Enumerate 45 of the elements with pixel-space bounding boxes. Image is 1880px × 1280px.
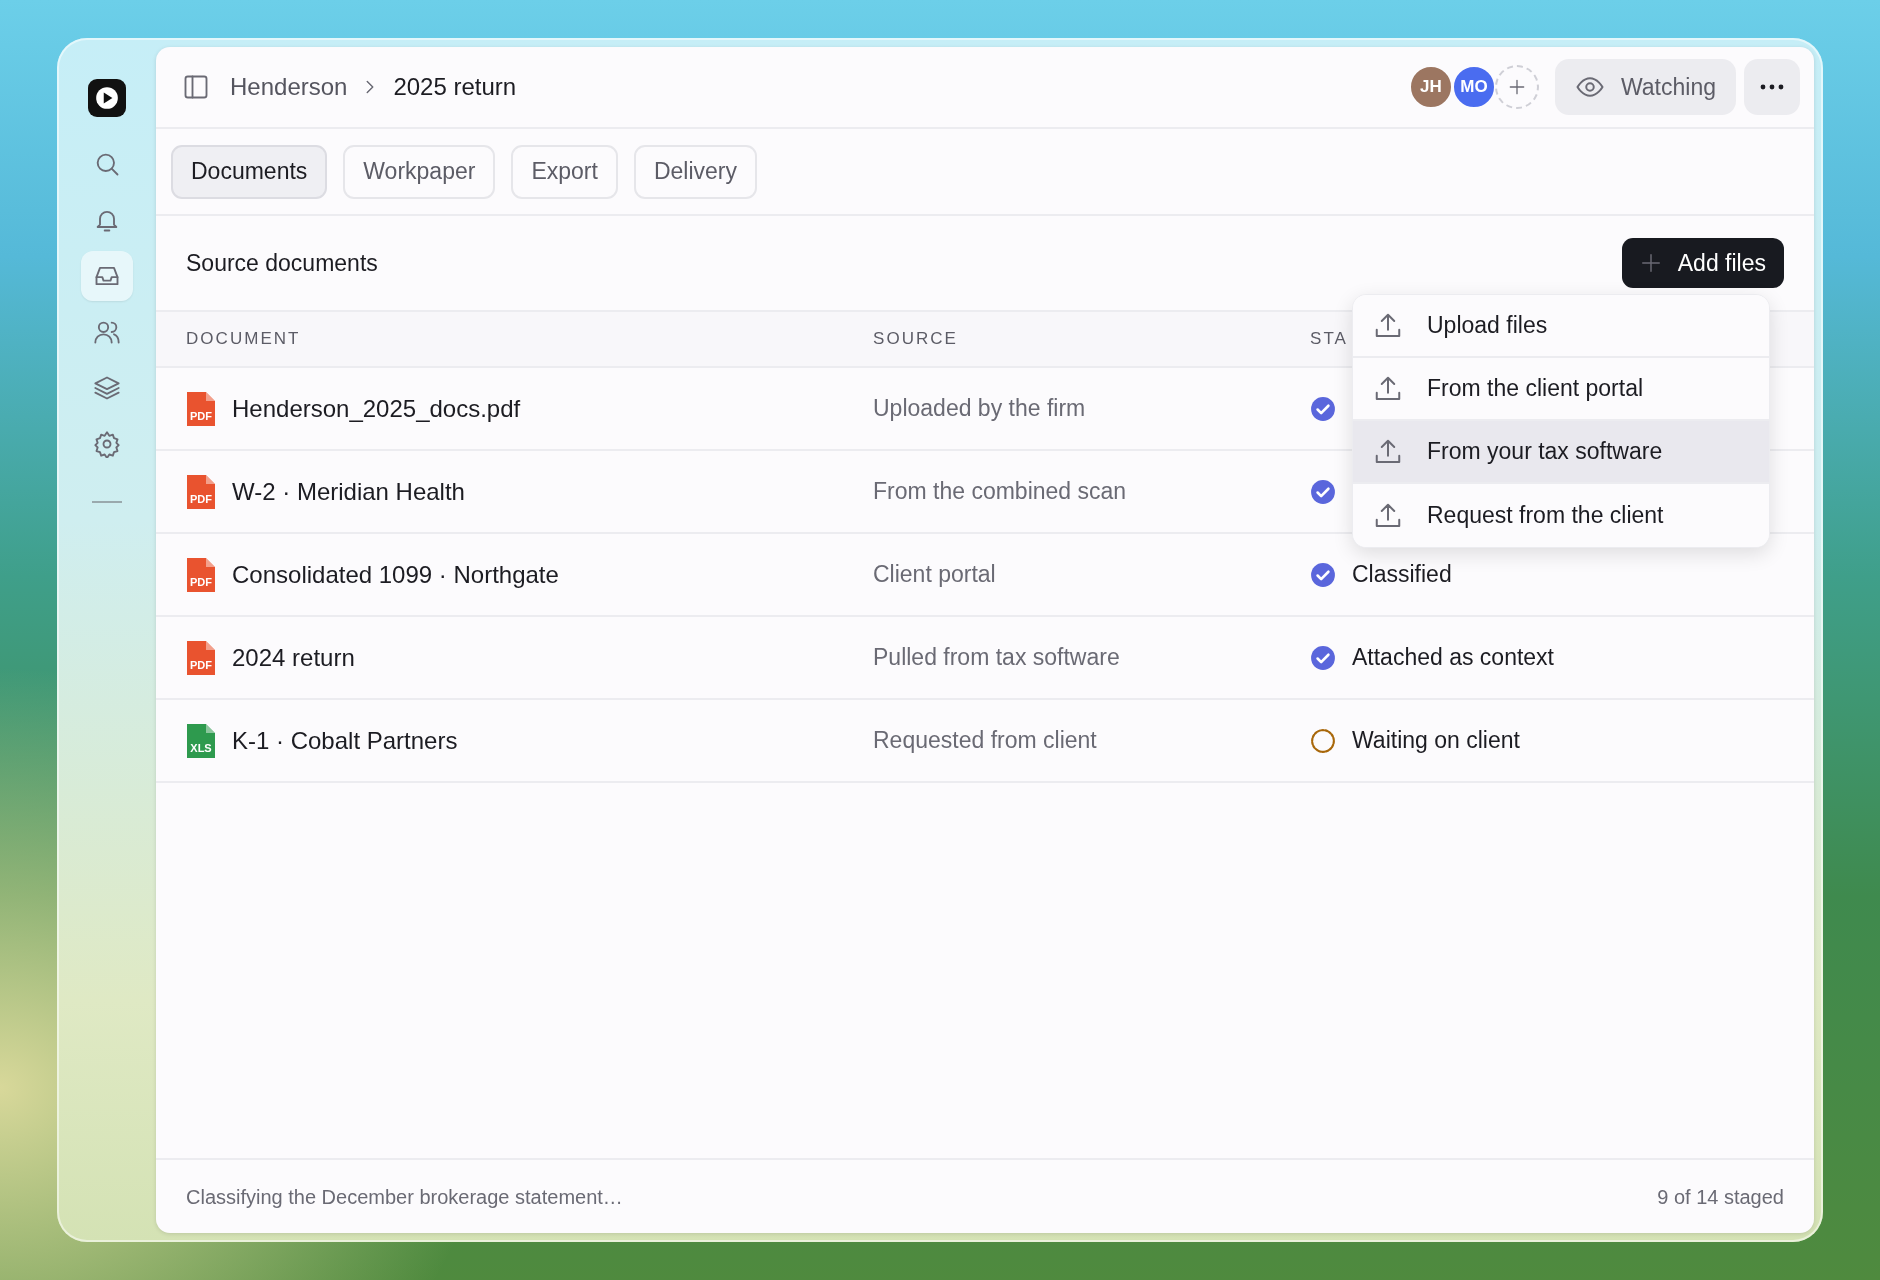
tab[interactable]: Documents bbox=[171, 144, 328, 199]
more-icon bbox=[1759, 83, 1785, 91]
source-text: Client portal bbox=[873, 561, 996, 588]
gear-icon bbox=[92, 430, 121, 458]
document-name[interactable]: W-2 · Meridian Health bbox=[232, 473, 465, 510]
status-text: Attached as context bbox=[1352, 643, 1554, 673]
document-name[interactable]: Consolidated 1099 · Northgate bbox=[232, 556, 559, 593]
menu-item[interactable]: From your tax software bbox=[1353, 421, 1769, 484]
avatar[interactable]: JH bbox=[1408, 65, 1453, 109]
menu-item[interactable]: From the client portal bbox=[1353, 358, 1769, 421]
tab[interactable]: Workpaper bbox=[343, 144, 496, 199]
app-logo bbox=[87, 79, 126, 117]
document-name[interactable]: 2024 return bbox=[232, 639, 355, 676]
file-icon: PDF bbox=[186, 473, 216, 510]
menu-item[interactable]: Upload files bbox=[1353, 295, 1769, 358]
staged-count: 9 of 14 staged bbox=[1657, 1184, 1784, 1210]
sidebar-item[interactable] bbox=[80, 251, 133, 301]
document-name[interactable]: Henderson_2025_docs.pdf bbox=[232, 390, 521, 427]
file-icon: PDF bbox=[186, 556, 216, 593]
column-header: STA bbox=[1310, 329, 1348, 349]
source-text: Uploaded by the firm bbox=[873, 395, 1086, 422]
sidebar-toggle-icon bbox=[182, 73, 210, 101]
breadcrumb-item: 2025 return bbox=[393, 72, 517, 102]
status-message: Classifying the December brokerage statement… bbox=[186, 1184, 623, 1210]
avatar[interactable]: MO bbox=[1451, 65, 1496, 109]
breadcrumb-item[interactable]: Henderson bbox=[230, 69, 348, 105]
source-text: From the combined scan bbox=[873, 478, 1127, 505]
section-title: Source documents bbox=[186, 248, 378, 278]
watching-button[interactable]: Watching bbox=[1554, 59, 1736, 115]
source-text: Pulled from tax software bbox=[873, 644, 1120, 671]
tab[interactable]: Export bbox=[511, 144, 618, 199]
document-name[interactable]: K-1 · Cobalt Partners bbox=[232, 722, 458, 759]
source-text: Requested from client bbox=[873, 727, 1097, 754]
status-text: Waiting on client bbox=[1352, 726, 1520, 756]
file-icon: PDF bbox=[186, 639, 216, 676]
plus-icon bbox=[1639, 252, 1662, 274]
file-icon: XLS bbox=[186, 722, 216, 759]
menu-item[interactable]: Request from the client bbox=[1353, 484, 1769, 547]
column-header: SOURCE bbox=[873, 329, 958, 349]
status-text: Classified bbox=[1352, 560, 1452, 590]
tab[interactable]: Delivery bbox=[633, 144, 757, 199]
layers-icon bbox=[92, 374, 121, 402]
file-icon: PDF bbox=[186, 390, 216, 427]
add-files-button[interactable]: Add files bbox=[1621, 238, 1784, 288]
column-header: DOCUMENT bbox=[186, 329, 301, 349]
